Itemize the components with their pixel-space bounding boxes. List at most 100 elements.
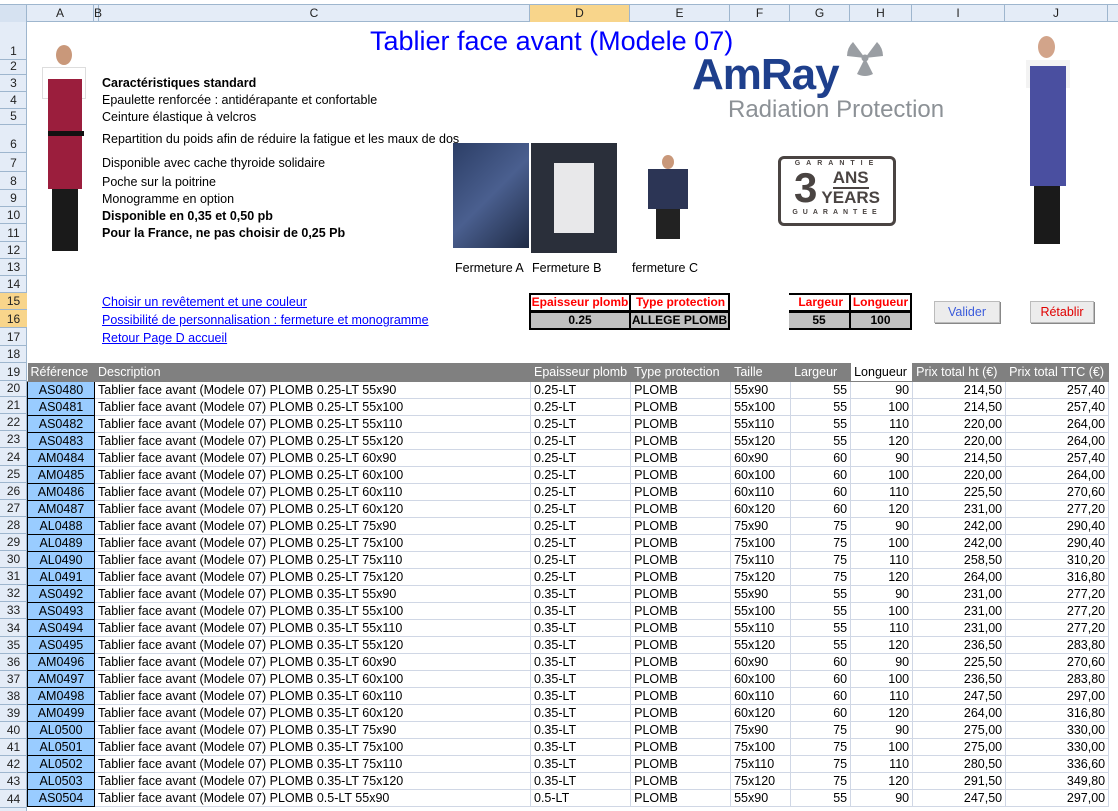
description-cell[interactable]: Tablier face avant (Modele 07) PLOMB 0.2…: [94, 449, 531, 467]
longueur-cell[interactable]: 120: [850, 432, 914, 450]
prix-ttc-cell[interactable]: 330,00: [1005, 738, 1110, 756]
row-header-8[interactable]: 8: [0, 172, 27, 190]
description-cell[interactable]: Tablier face avant (Modele 07) PLOMB 0.2…: [94, 534, 531, 552]
description-cell[interactable]: Tablier face avant (Modele 07) PLOMB 0.3…: [94, 738, 531, 756]
prix-ht-cell[interactable]: 275,00: [912, 738, 1007, 756]
largeur-cell[interactable]: 75: [790, 755, 852, 773]
row-header-37[interactable]: 37: [0, 671, 27, 688]
epaisseur-cell[interactable]: 0.35-LT: [530, 619, 632, 637]
largeur-cell[interactable]: 60: [790, 449, 852, 467]
epaisseur-cell[interactable]: 0.35-LT: [530, 602, 632, 620]
taille-cell[interactable]: 75x110: [730, 755, 792, 773]
longueur-cell[interactable]: 120: [850, 636, 914, 654]
longueur-cell[interactable]: 110: [850, 619, 914, 637]
description-cell[interactable]: Tablier face avant (Modele 07) PLOMB 0.2…: [94, 483, 531, 501]
prix-ttc-cell[interactable]: 290,40: [1005, 517, 1110, 535]
longueur-cell[interactable]: 90: [850, 517, 914, 535]
largeur-cell[interactable]: 60: [790, 483, 852, 501]
epaisseur-cell[interactable]: 0.35-LT: [530, 755, 632, 773]
prix-ttc-cell[interactable]: 297,00: [1005, 789, 1110, 807]
row-header-29[interactable]: 29: [0, 534, 27, 552]
prix-ht-cell[interactable]: 231,00: [912, 500, 1007, 518]
longueur-cell[interactable]: 110: [850, 551, 914, 569]
taille-cell[interactable]: 55x120: [730, 636, 792, 654]
type-cell[interactable]: PLOMB: [630, 789, 732, 807]
description-cell[interactable]: Tablier face avant (Modele 07) PLOMB 0.2…: [94, 500, 531, 518]
description-cell[interactable]: Tablier face avant (Modele 07) PLOMB 0.3…: [94, 653, 531, 671]
prix-ttc-cell[interactable]: 316,80: [1005, 704, 1110, 722]
reference-cell[interactable]: AM0498: [27, 687, 95, 705]
epaisseur-cell[interactable]: 0.35-LT: [530, 704, 632, 722]
prix-ttc-cell[interactable]: 297,00: [1005, 687, 1110, 705]
taille-cell[interactable]: 55x90: [730, 789, 792, 807]
reference-cell[interactable]: AL0489: [27, 534, 95, 552]
taille-cell[interactable]: 60x90: [730, 449, 792, 467]
type-cell[interactable]: PLOMB: [630, 619, 732, 637]
prix-ttc-cell[interactable]: 283,80: [1005, 670, 1110, 688]
reference-cell[interactable]: AM0496: [27, 653, 95, 671]
epaisseur-cell[interactable]: 0.25-LT: [530, 466, 632, 484]
reference-cell[interactable]: AS0495: [27, 636, 95, 654]
type-cell[interactable]: PLOMB: [630, 551, 732, 569]
epaisseur-cell[interactable]: 0.35-LT: [530, 687, 632, 705]
largeur-cell[interactable]: 60: [790, 670, 852, 688]
epaisseur-cell[interactable]: 0.35-LT: [530, 636, 632, 654]
column-header-C[interactable]: C: [99, 5, 530, 22]
epaisseur-cell[interactable]: 0.25-LT: [530, 534, 632, 552]
row-header-35[interactable]: 35: [0, 637, 27, 654]
row-header-36[interactable]: 36: [0, 654, 27, 671]
largeur-cell[interactable]: 55: [790, 585, 852, 603]
row-header-28[interactable]: 28: [0, 517, 27, 534]
column-header-H[interactable]: H: [850, 5, 912, 22]
prix-ttc-cell[interactable]: 257,40: [1005, 449, 1110, 467]
type-cell[interactable]: PLOMB: [630, 568, 732, 586]
description-cell[interactable]: Tablier face avant (Modele 07) PLOMB 0.3…: [94, 670, 531, 688]
reference-cell[interactable]: AL0500: [27, 721, 95, 739]
prix-ttc-cell[interactable]: 270,60: [1005, 653, 1110, 671]
prix-ht-cell[interactable]: 231,00: [912, 585, 1007, 603]
taille-cell[interactable]: 60x110: [730, 483, 792, 501]
largeur-cell[interactable]: 55: [790, 789, 852, 807]
largeur-cell[interactable]: 55: [790, 432, 852, 450]
largeur-cell[interactable]: 60: [790, 687, 852, 705]
row-header-5[interactable]: 5: [0, 109, 27, 125]
reference-cell[interactable]: AL0490: [27, 551, 95, 569]
row-header-31[interactable]: 31: [0, 568, 27, 586]
prix-ht-cell[interactable]: 264,00: [912, 704, 1007, 722]
epaisseur-cell[interactable]: 0.35-LT: [530, 670, 632, 688]
prix-ht-cell[interactable]: 225,50: [912, 483, 1007, 501]
longueur-cell[interactable]: 110: [850, 687, 914, 705]
description-cell[interactable]: Tablier face avant (Modele 07) PLOMB 0.3…: [94, 772, 531, 790]
row-header-10[interactable]: 10: [0, 207, 27, 224]
longueur-cell[interactable]: 90: [850, 789, 914, 807]
largeur-cell[interactable]: 55: [790, 398, 852, 416]
taille-cell[interactable]: 55x110: [730, 619, 792, 637]
description-cell[interactable]: Tablier face avant (Modele 07) PLOMB 0.2…: [94, 551, 531, 569]
row-header-40[interactable]: 40: [0, 722, 27, 740]
type-cell[interactable]: PLOMB: [630, 398, 732, 416]
row-header-25[interactable]: 25: [0, 466, 27, 483]
type-cell[interactable]: PLOMB: [630, 772, 732, 790]
column-header-A[interactable]: A: [27, 5, 94, 22]
longueur-cell[interactable]: 90: [850, 381, 914, 399]
epaisseur-cell[interactable]: 0.25-LT: [530, 568, 632, 586]
row-header-3[interactable]: 3: [0, 75, 27, 92]
type-cell[interactable]: PLOMB: [630, 517, 732, 535]
type-cell[interactable]: PLOMB: [630, 721, 732, 739]
longueur-cell[interactable]: 100: [850, 738, 914, 756]
reference-cell[interactable]: AS0504: [27, 789, 95, 807]
prix-ttc-cell[interactable]: 277,20: [1005, 585, 1110, 603]
row-header-44[interactable]: 44: [0, 791, 27, 808]
prix-ht-cell[interactable]: 231,00: [912, 602, 1007, 620]
row-header-1[interactable]: 1: [0, 22, 27, 60]
prix-ht-cell[interactable]: 214,50: [912, 398, 1007, 416]
prix-ht-cell[interactable]: 231,00: [912, 619, 1007, 637]
largeur-cell[interactable]: 60: [790, 466, 852, 484]
prix-ht-cell[interactable]: 220,00: [912, 415, 1007, 433]
row-header-33[interactable]: 33: [0, 602, 27, 620]
reference-cell[interactable]: AM0486: [27, 483, 95, 501]
type-cell[interactable]: PLOMB: [630, 381, 732, 399]
taille-cell[interactable]: 60x100: [730, 670, 792, 688]
prix-ht-cell[interactable]: 264,00: [912, 568, 1007, 586]
row-header-4[interactable]: 4: [0, 92, 27, 109]
